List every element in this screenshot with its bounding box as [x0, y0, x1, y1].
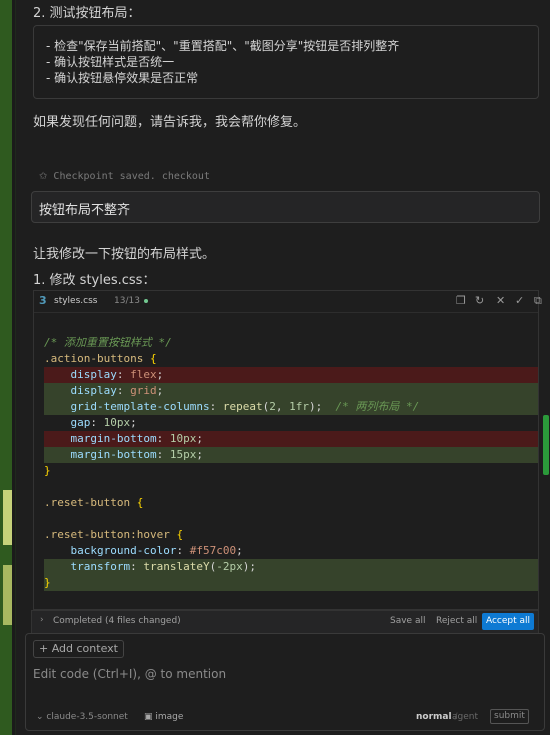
code-line-text: grid-template-columns: repeat(2, 1fr); /…	[70, 400, 420, 413]
code-line-text: }	[44, 464, 51, 477]
code-line-text: .reset-button {	[44, 496, 144, 509]
code-line-add: grid-template-columns: repeat(2, 1fr); /…	[34, 399, 538, 415]
checkpoint-text: Checkpoint saved.	[53, 171, 156, 182]
gutter-change-marker	[3, 490, 12, 545]
code-line-normal	[34, 591, 538, 607]
code-line-text: display: flex;	[70, 368, 164, 381]
open-icon[interactable]: ⧉	[534, 294, 542, 308]
left-gutter	[0, 0, 16, 735]
accept-all-button[interactable]: Accept all	[482, 613, 534, 630]
modified-dot	[144, 299, 148, 303]
code-diff-block: 3 styles.css 13/13 ❐ ↻ ✕ ✓ ⧉ /* 添加重置按钮样式…	[33, 290, 542, 610]
code-line-normal: .reset-button {	[34, 495, 538, 511]
composer: + Add context Edit code (Ctrl+I), @ to m…	[25, 633, 545, 731]
code-line-text: .reset-button:hover {	[44, 528, 184, 541]
pin-icon: ✩	[39, 171, 48, 182]
code-line-normal	[34, 511, 538, 527]
user-message[interactable]: 按钮布局不整齐	[31, 191, 540, 223]
code-line-normal	[34, 479, 538, 495]
code-line-text: /* 添加重置按钮样式 */	[44, 336, 172, 349]
checklist-item: - 确认按钮悬停效果是否正常	[46, 71, 199, 85]
chevron-right-icon[interactable]: ›	[40, 615, 44, 625]
gutter-divider	[12, 0, 15, 735]
code-line-text: transform: translateY(-2px);	[70, 560, 256, 573]
closing-text: 如果发现任何问题，请告诉我，我会帮你修复。	[33, 115, 307, 130]
image-button[interactable]: ▣ image	[144, 712, 183, 722]
code-line-text: display: grid;	[70, 384, 164, 397]
refresh-icon[interactable]: ↻	[475, 294, 484, 307]
prompt-input[interactable]: Edit code (Ctrl+I), @ to mention	[33, 667, 226, 681]
checkout-link[interactable]: checkout	[162, 171, 210, 182]
gutter-change-marker	[3, 565, 12, 625]
model-selector[interactable]: ⌄ claude-3.5-sonnet	[36, 712, 128, 722]
code-line-normal	[34, 319, 538, 335]
copy-icon[interactable]: ❐	[456, 294, 466, 307]
checklist-item: - 检查"保存当前搭配"、"重置搭配"、"截图分享"按钮是否排列整齐	[46, 39, 400, 53]
mode-agent[interactable]: agent	[452, 712, 478, 722]
code-line-add: transform: translateY(-2px);	[34, 559, 538, 575]
code-line-add: }	[34, 575, 538, 591]
code-line-text: margin-bottom: 10px;	[70, 432, 203, 445]
code-line-normal: gap: 10px;	[34, 415, 538, 431]
add-context-button[interactable]: + Add context	[33, 640, 124, 658]
close-icon[interactable]: ✕	[496, 294, 505, 307]
submit-button[interactable]: submit	[490, 709, 529, 724]
change-count: 13/13	[114, 296, 140, 306]
code-lines: /* 添加重置按钮样式 */ .action-buttons { display:…	[34, 313, 538, 609]
image-icon: ▣	[144, 712, 153, 722]
added-line-highlight	[44, 575, 538, 591]
checklist-item: - 确认按钮样式是否统一	[46, 55, 175, 69]
assistant-intro: 让我修改一下按钮的布局样式。	[33, 247, 216, 262]
code-line-text: gap: 10px;	[70, 416, 137, 429]
reject-all-button[interactable]: Reject all	[436, 616, 477, 626]
save-all-button[interactable]: Save all	[390, 616, 425, 626]
code-line-text: .action-buttons {	[44, 352, 157, 365]
code-line-text: background-color: #f57c00;	[70, 544, 243, 557]
checklist-card: - 检查"保存当前搭配"、"重置搭配"、"截图分享"按钮是否排列整齐 - 确认按…	[33, 25, 539, 99]
code-line-normal: background-color: #f57c00;	[34, 543, 538, 559]
assistant-step: 1. 修改 styles.css：	[33, 273, 156, 288]
user-message-text: 按钮布局不整齐	[39, 203, 131, 218]
code-line-normal: /* 添加重置按钮样式 */	[34, 335, 538, 351]
code-line-text: margin-bottom: 15px;	[70, 448, 203, 461]
changes-status-bar: › Completed (4 files changed) Save all R…	[31, 610, 539, 634]
file-name[interactable]: styles.css	[54, 296, 97, 306]
completed-summary[interactable]: Completed (4 files changed)	[53, 616, 181, 626]
code-line-del: margin-bottom: 10px;	[34, 431, 538, 447]
code-line-add: margin-bottom: 15px;	[34, 447, 538, 463]
step-heading: 2. 测试按钮布局：	[33, 6, 141, 21]
code-line-normal: }	[34, 463, 538, 479]
code-line-add: display: grid;	[34, 383, 538, 399]
checkpoint-line: ✩ Checkpoint saved. checkout	[39, 171, 210, 182]
scrollbar-indicator[interactable]	[543, 415, 549, 475]
code-line-del: display: flex;	[34, 367, 538, 383]
code-line-normal: .action-buttons {	[34, 351, 538, 367]
css-file-icon: 3	[39, 294, 47, 307]
code-line-text: }	[44, 576, 51, 589]
code-block-header: 3 styles.css 13/13 ❐ ↻ ✕ ✓ ⧉	[34, 291, 542, 313]
check-icon[interactable]: ✓	[515, 294, 524, 307]
code-line-normal: .reset-button:hover {	[34, 527, 538, 543]
